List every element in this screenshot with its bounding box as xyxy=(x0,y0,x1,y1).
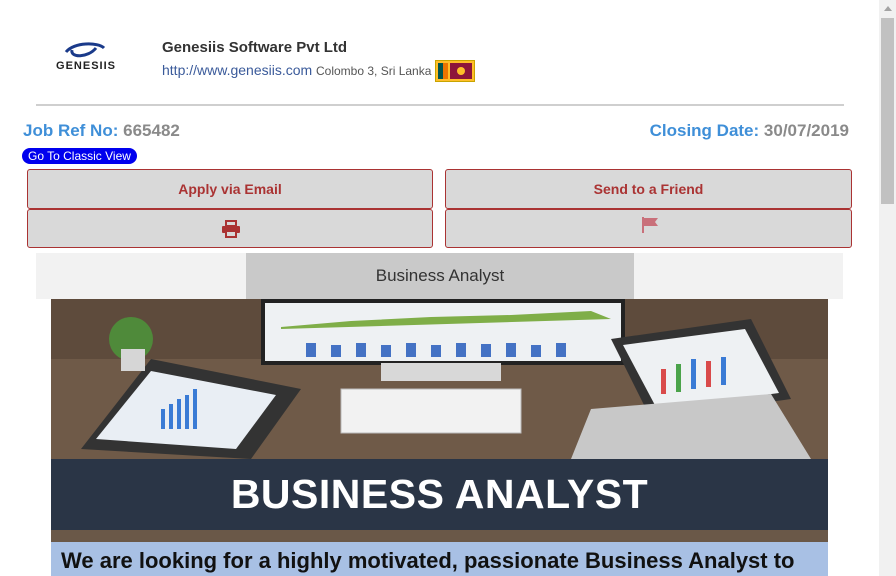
job-ref: Job Ref No: 665482 xyxy=(23,121,180,141)
header-divider xyxy=(36,104,844,106)
send-to-friend-button[interactable]: Send to a Friend xyxy=(445,169,852,209)
report-button[interactable] xyxy=(445,209,852,248)
print-button[interactable] xyxy=(27,209,433,248)
company-location: Colombo 3, Sri Lanka xyxy=(316,64,432,78)
scroll-thumb[interactable] xyxy=(881,18,894,204)
job-banner-image: BUSINESS ANALYST We are looking for a hi… xyxy=(51,299,828,576)
company-website-link[interactable]: http://www.genesiis.com xyxy=(162,62,312,78)
banner-headline: BUSINESS ANALYST xyxy=(51,459,828,530)
scroll-up-arrow-icon[interactable] xyxy=(879,0,896,17)
job-ref-value: 665482 xyxy=(123,121,180,140)
banner-subtext: We are looking for a highly motivated, p… xyxy=(51,542,828,576)
closing-date-value: 30/07/2019 xyxy=(763,121,849,140)
printer-icon xyxy=(222,220,240,238)
closing-date: Closing Date: 30/07/2019 xyxy=(650,121,849,141)
company-header: GENESIIS Genesiis Software Pvt Ltd http:… xyxy=(36,30,844,105)
page-scrollbar[interactable] xyxy=(879,0,896,576)
closing-date-label: Closing Date: xyxy=(649,121,760,140)
desk-scene-image xyxy=(51,299,828,459)
logo-text: GENESIIS xyxy=(56,60,116,72)
sri-lanka-flag-icon xyxy=(435,60,475,82)
apply-via-email-button[interactable]: Apply via Email xyxy=(27,169,433,209)
banner-strip xyxy=(51,530,828,542)
company-name: Genesiis Software Pvt Ltd xyxy=(162,39,348,56)
classic-view-button[interactable]: Go To Classic View xyxy=(22,148,137,164)
flag-icon xyxy=(642,217,658,233)
job-ref-label: Job Ref No: xyxy=(23,121,119,140)
job-title-bar: Business Analyst xyxy=(36,253,843,299)
job-title: Business Analyst xyxy=(246,253,634,299)
company-logo: GENESIIS xyxy=(56,42,116,72)
